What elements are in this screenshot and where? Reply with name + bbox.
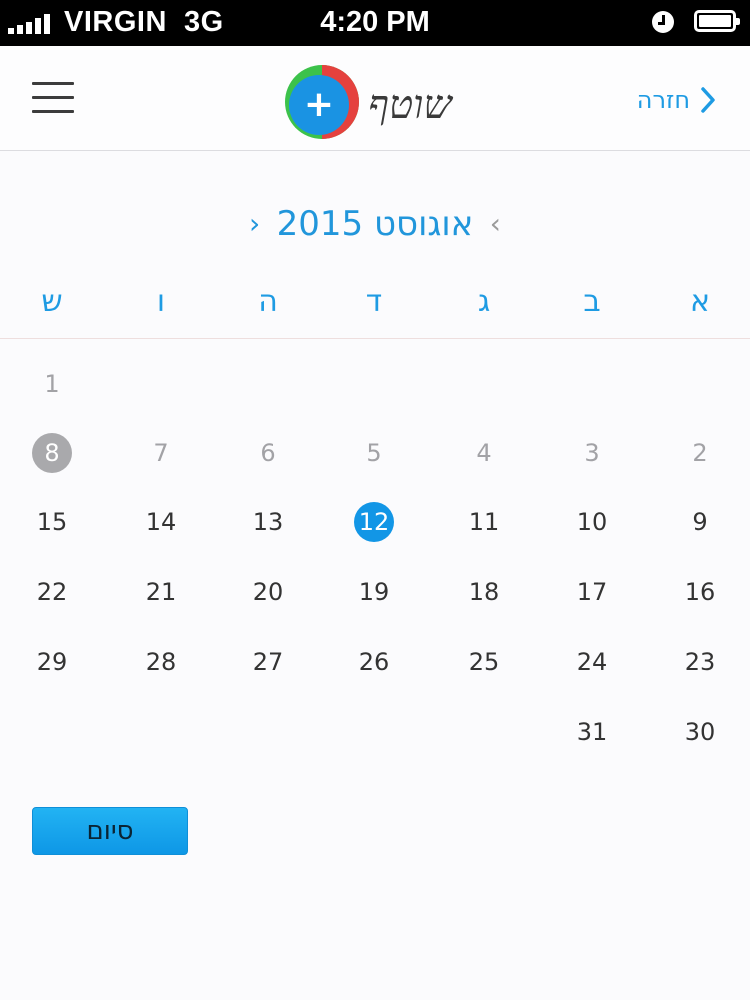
calendar-day[interactable]: 7 bbox=[131, 423, 191, 483]
month-title: אוגוסט 2015 bbox=[276, 204, 474, 244]
calendar-day-number: 10 bbox=[576, 508, 608, 536]
calendar-day-number: 4 bbox=[476, 439, 492, 467]
calendar-day-number: 14 bbox=[145, 508, 177, 536]
calendar-day-number: 27 bbox=[252, 648, 284, 676]
calendar-day-number: 3 bbox=[584, 439, 600, 467]
calendar-day-number: 21 bbox=[145, 578, 177, 606]
calendar-day-number: 19 bbox=[358, 578, 390, 606]
back-button[interactable]: חזרה bbox=[637, 82, 718, 118]
logo-wordmark: שוטף bbox=[368, 82, 453, 128]
calendar-day-number: 26 bbox=[358, 648, 390, 676]
calendar-day-number: 15 bbox=[36, 508, 68, 536]
calendar-day[interactable]: 27 bbox=[238, 632, 298, 692]
calendar-day[interactable]: 15 bbox=[22, 492, 82, 552]
calendar-day[interactable]: 5 bbox=[344, 423, 404, 483]
calendar-day[interactable]: 13 bbox=[238, 492, 298, 552]
calendar-day[interactable]: 11 bbox=[454, 492, 514, 552]
calendar-day[interactable]: 25 bbox=[454, 632, 514, 692]
hamburger-menu-icon[interactable] bbox=[32, 82, 76, 116]
calendar-day[interactable]: 6 bbox=[238, 423, 298, 483]
calendar-day-selected[interactable]: 12 bbox=[344, 492, 404, 552]
calendar-day-number: 29 bbox=[36, 648, 68, 676]
calendar-day-number: 28 bbox=[145, 648, 177, 676]
calendar-day-number: 23 bbox=[684, 648, 716, 676]
weekday-label: ג bbox=[477, 284, 491, 319]
calendar-day[interactable]: 14 bbox=[131, 492, 191, 552]
calendar-day[interactable]: 17 bbox=[562, 562, 622, 622]
calendar-day-number: 6 bbox=[260, 439, 276, 467]
calendar-day[interactable]: 26 bbox=[344, 632, 404, 692]
calendar-day-number: 2 bbox=[692, 439, 708, 467]
calendar-day-number: 17 bbox=[576, 578, 608, 606]
calendar-day[interactable]: 20 bbox=[238, 562, 298, 622]
weekday-label: ד bbox=[365, 284, 383, 319]
month-navigation: › אוגוסט 2015 ‹ bbox=[0, 196, 750, 252]
calendar-day-number: 25 bbox=[468, 648, 500, 676]
calendar-day-number: 11 bbox=[468, 508, 500, 536]
calendar-day-number: 7 bbox=[153, 439, 169, 467]
weekday-label: ה bbox=[258, 284, 278, 319]
weekday-label: ו bbox=[156, 284, 166, 319]
calendar-day[interactable]: 24 bbox=[562, 632, 622, 692]
calendar-day[interactable]: 3 bbox=[562, 423, 622, 483]
calendar-day[interactable]: 23 bbox=[670, 632, 730, 692]
calendar-day-number: 8 bbox=[32, 433, 72, 473]
calendar-day-number: 13 bbox=[252, 508, 284, 536]
calendar-day[interactable]: 9 bbox=[670, 492, 730, 552]
calendar-day-number: 18 bbox=[468, 578, 500, 606]
calendar-day-number: 22 bbox=[36, 578, 68, 606]
calendar-day[interactable]: 30 bbox=[670, 702, 730, 762]
calendar-day[interactable]: 2 bbox=[670, 423, 730, 483]
calendar-day[interactable]: 21 bbox=[131, 562, 191, 622]
app-header: + שוטף חזרה bbox=[0, 46, 750, 151]
status-time: 4:20 PM bbox=[320, 6, 430, 38]
calendar-day[interactable]: 22 bbox=[22, 562, 82, 622]
calendar-day[interactable]: 31 bbox=[562, 702, 622, 762]
app-logo: + שוטף bbox=[285, 65, 453, 139]
calendar-day[interactable]: 19 bbox=[344, 562, 404, 622]
calendar-day-today[interactable]: 8 bbox=[22, 423, 82, 483]
calendar-day-number: 1 bbox=[44, 370, 60, 398]
calendar-day[interactable]: 28 bbox=[131, 632, 191, 692]
calendar-day-number: 24 bbox=[576, 648, 608, 676]
calendar-day-number: 20 bbox=[252, 578, 284, 606]
calendar-day-number: 30 bbox=[684, 718, 716, 746]
weekday-header: אבגדהוש bbox=[0, 276, 750, 339]
next-month-arrow-icon[interactable]: › bbox=[245, 210, 265, 238]
weekday-label: ש bbox=[41, 284, 63, 319]
weekday-label: א bbox=[689, 284, 711, 319]
calendar-day-number: 5 bbox=[366, 439, 382, 467]
chevron-right-icon bbox=[701, 87, 715, 113]
calendar-day[interactable]: 18 bbox=[454, 562, 514, 622]
status-bar: VIRGIN 3G 4:20 PM bbox=[0, 0, 750, 46]
calendar-day-number: 9 bbox=[692, 508, 708, 536]
calendar-day-number: 16 bbox=[684, 578, 716, 606]
done-button[interactable]: סיום bbox=[32, 807, 188, 855]
weekday-label: ב bbox=[583, 284, 601, 319]
prev-month-arrow-icon[interactable]: ‹ bbox=[485, 210, 505, 238]
calendar-day-number: 12 bbox=[354, 502, 394, 542]
back-label: חזרה bbox=[636, 86, 690, 114]
calendar-day[interactable]: 29 bbox=[22, 632, 82, 692]
battery-icon bbox=[694, 10, 740, 32]
calendar-day-number: 31 bbox=[576, 718, 608, 746]
calendar-day[interactable]: 4 bbox=[454, 423, 514, 483]
calendar-day[interactable]: 16 bbox=[670, 562, 730, 622]
calendar-day[interactable]: 10 bbox=[562, 492, 622, 552]
logo-plus: + bbox=[304, 84, 334, 125]
calendar-day[interactable]: 1 bbox=[22, 354, 82, 414]
alarm-icon bbox=[652, 11, 674, 33]
